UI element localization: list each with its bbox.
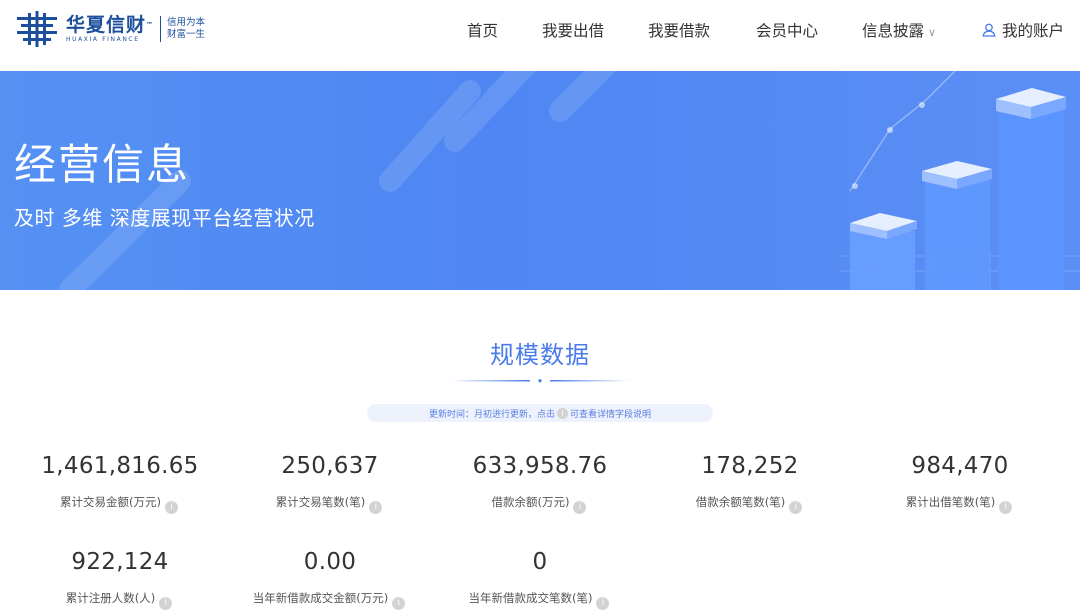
info-icon[interactable]: i (392, 597, 406, 610)
nav-item-my-account[interactable]: 我的账户 (982, 19, 1064, 41)
logo-mark-icon (17, 11, 57, 47)
logo-slogan-line1: 信用为本 (167, 17, 206, 28)
stat-label: 当年新借款成交笔数(笔) (468, 591, 593, 605)
info-icon[interactable]: i (369, 501, 383, 514)
nav-item-home[interactable]: 首页 (467, 19, 498, 41)
stat-label: 累计出借笔数(笔) (905, 495, 996, 509)
stat-label: 当年新借款成交金额(万元) (252, 591, 389, 605)
user-icon (982, 23, 996, 37)
update-notice-suffix: 可查看详情字段说明 (570, 409, 652, 420)
stat-registered-users: 922,124 累计注册人数(人) i (12, 548, 228, 610)
stat-cumulative-count: 250,637 累计交易笔数(笔) i (222, 452, 438, 514)
info-icon[interactable]: i (999, 501, 1013, 514)
banner-title: 经营信息 (14, 140, 191, 189)
logo-name-cn: 华夏信财 (66, 14, 147, 36)
stat-label: 累计交易金额(万元) (60, 495, 161, 509)
title-underline-decoration (450, 379, 630, 383)
banner-subtitle: 及时 多维 深度展现平台经营状况 (14, 206, 315, 230)
stat-year-new-count: 0 当年新借款成交笔数(笔) i (432, 548, 648, 610)
nav-item-disclosure[interactable]: 信息披露 ∨ (862, 19, 936, 41)
stat-value: 633,958.76 (472, 453, 608, 479)
top-header: 华夏信财™ HUAXIA FINANCE 信用为本 财富一生 首页 我要出借 我… (0, 0, 1080, 71)
stat-label: 累计注册人数(人) (65, 591, 156, 605)
stat-loan-balance: 633,958.76 借款余额(万元) i (432, 452, 648, 514)
account-label: 我的账户 (1002, 22, 1065, 40)
nav-item-disclosure-label: 信息披露 (862, 22, 925, 40)
stat-value: 250,637 (281, 453, 379, 479)
logo-divider (160, 16, 162, 42)
stat-year-new-amount: 0.00 当年新借款成交金额(万元) i (222, 548, 438, 610)
stat-cumulative-amount: 1,461,816.65 累计交易金额(万元) i (12, 452, 228, 514)
stat-value: 0.00 (303, 549, 357, 575)
info-icon[interactable]: i (789, 501, 803, 514)
update-notice: 更新时间：月初进行更新，点击 i 可查看详情字段说明 (367, 404, 713, 422)
hero-banner: 经营信息 及时 多维 深度展现平台经营状况 (0, 71, 1080, 290)
stat-value: 922,124 (71, 549, 169, 575)
nav-item-borrow[interactable]: 我要借款 (648, 19, 710, 41)
nav-item-lend[interactable]: 我要出借 (542, 19, 604, 41)
section-title: 规模数据 (490, 341, 590, 369)
stat-value: 984,470 (911, 453, 1009, 479)
info-icon[interactable]: i (596, 597, 610, 610)
stat-cumulative-lending-count: 984,470 累计出借笔数(笔) i (852, 452, 1068, 514)
stat-value: 1,461,816.65 (41, 453, 199, 479)
nav-item-member-center[interactable]: 会员中心 (756, 19, 818, 41)
stat-label: 借款余额(万元) (491, 495, 570, 509)
stat-label: 借款余额笔数(笔) (695, 495, 786, 509)
stat-value: 178,252 (701, 453, 799, 479)
update-notice-prefix: 更新时间：月初进行更新，点击 (428, 409, 555, 420)
info-icon[interactable]: i (573, 501, 587, 514)
stat-label: 累计交易笔数(笔) (275, 495, 366, 509)
stat-loan-balance-count: 178,252 借款余额笔数(笔) i (642, 452, 858, 514)
logo-slogan-line2: 财富一生 (167, 29, 206, 40)
info-icon[interactable]: i (159, 597, 173, 610)
info-icon[interactable]: i (557, 407, 568, 419)
chevron-down-icon: ∨ (928, 26, 937, 39)
stat-value: 0 (532, 549, 548, 575)
logo-name-en: HUAXIA FINANCE (66, 36, 140, 43)
logo-trademark: ™ (146, 21, 155, 29)
logo[interactable]: 华夏信财™ HUAXIA FINANCE 信用为本 财富一生 (14, 11, 205, 47)
info-icon[interactable]: i (164, 501, 178, 514)
